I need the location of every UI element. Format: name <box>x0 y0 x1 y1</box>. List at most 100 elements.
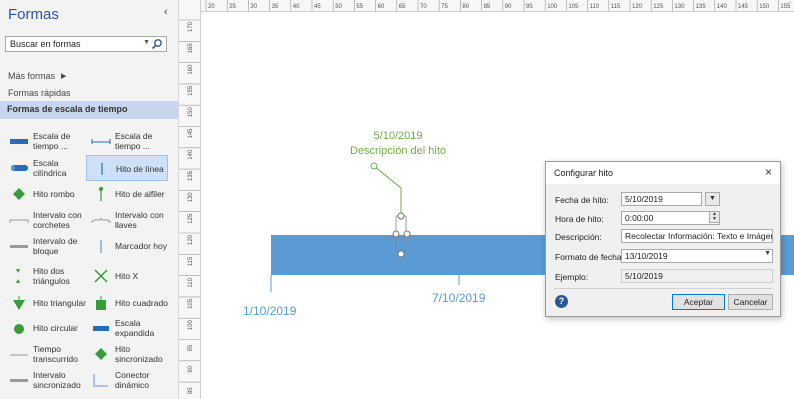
selection-handle-icon[interactable] <box>392 230 400 238</box>
more-shapes-link[interactable]: Más formas <box>8 71 55 81</box>
help-icon[interactable]: ? <box>555 295 568 308</box>
shape-item-selected[interactable]: Hito de línea <box>86 155 168 181</box>
shape-item[interactable]: Intervalo con llaves <box>86 207 168 233</box>
diamond-milestone-icon <box>13 188 25 200</box>
expanded-timeline-icon <box>93 326 109 331</box>
shape-item[interactable]: Intervalo sincronizado <box>4 367 86 393</box>
timeline-shapes-section[interactable]: Formas de escala de tiempo <box>0 101 178 119</box>
timeline-start-date[interactable]: 1/10/2019 <box>243 304 296 318</box>
shape-item[interactable]: Escala cilíndrica <box>4 155 86 181</box>
ruler-label: 170 <box>188 21 194 32</box>
shape-item[interactable]: Intervalo con corchetes <box>4 207 86 233</box>
ruler-label: 70 <box>420 4 427 10</box>
ruler-label: 35 <box>272 4 279 10</box>
shape-item[interactable]: Escala expandida <box>86 315 168 341</box>
milestone-connector[interactable] <box>373 165 402 220</box>
collapse-panel-icon[interactable]: ‹ <box>164 6 168 18</box>
calendar-dropdown-icon[interactable]: ▼ <box>705 192 720 206</box>
search-shapes-input[interactable]: Buscar en formas ▼ <box>5 36 167 52</box>
shape-item[interactable]: Intervalo de bloque <box>4 233 86 259</box>
milestone-date-label[interactable]: 5/10/2019 <box>348 130 448 142</box>
close-icon[interactable]: × <box>765 165 772 179</box>
ruler-label: 135 <box>696 4 707 10</box>
ruler-label: 165 <box>188 43 194 54</box>
shapes-panel: Formas ‹ Buscar en formas ▼ Más formas ▶… <box>0 0 179 399</box>
ruler-label: 155 <box>780 4 791 10</box>
shape-item[interactable]: Escala de tiempo ... <box>86 128 168 154</box>
ruler-label: 45 <box>314 4 321 10</box>
dialog-separator <box>554 288 772 289</box>
quick-shapes-link[interactable]: Formas rápidas <box>8 88 71 98</box>
ruler-label: 85 <box>188 387 194 394</box>
milestone-date-field-label: Fecha de hito: <box>555 195 609 205</box>
synced-milestone-icon <box>95 348 107 360</box>
ruler-label: 30 <box>250 4 257 10</box>
square-milestone-icon <box>96 296 106 310</box>
selection-handle-icon[interactable] <box>397 250 405 258</box>
shape-item[interactable]: Marcador hoy <box>86 233 168 259</box>
ruler-label: 110 <box>590 4 600 10</box>
submenu-arrow-icon: ▶ <box>61 73 67 80</box>
milestone-time-field[interactable]: 0:00:00 <box>621 211 720 225</box>
ruler-label: 105 <box>188 298 194 309</box>
cylinder-timeline-icon <box>11 165 28 171</box>
ruler-label: 25 <box>229 4 236 10</box>
vertical-ruler: 170 165 160 155 150 145 140 135 130 125 120 115 110 1… <box>179 0 201 399</box>
ruler-label: 80 <box>462 4 469 10</box>
shape-item[interactable]: Hito de alfiler <box>86 181 168 207</box>
milestone-description-label[interactable]: Descripción del hito <box>318 145 478 157</box>
today-marker-icon <box>100 240 102 253</box>
time-spinner-icon[interactable]: ▲ ▼ <box>709 211 720 223</box>
milestone-time-field-label: Hora de hito: <box>555 214 604 224</box>
dialog-titlebar[interactable]: Configurar hito × <box>546 162 780 184</box>
shape-item[interactable]: Hito triangular <box>4 290 86 316</box>
pin-milestone-icon <box>99 187 103 201</box>
ruler-label: 130 <box>674 4 685 10</box>
ruler-label: 75 <box>441 4 448 10</box>
ruler-label: 40 <box>293 4 300 10</box>
milestone-date-field[interactable]: 5/10/2019 <box>621 192 702 206</box>
shape-item[interactable]: Conector dinámico <box>86 367 168 393</box>
synced-interval-icon <box>10 379 28 382</box>
bracket-interval-icon <box>9 219 29 223</box>
example-value: 5/10/2019 <box>621 269 773 283</box>
ruler-label: 145 <box>738 4 749 10</box>
milestone-handle-icon[interactable] <box>370 162 378 170</box>
accept-button[interactable]: Aceptar <box>672 294 725 310</box>
ruler-label: 130 <box>188 192 194 203</box>
ruler-label: 135 <box>188 170 194 181</box>
block-interval-icon <box>10 245 28 248</box>
timeline-mid-date[interactable]: 7/10/2019 <box>432 291 485 305</box>
shape-item[interactable]: Hito X <box>86 263 168 289</box>
ruler-label: 95 <box>526 4 533 10</box>
selection-handle-icon[interactable] <box>403 230 411 238</box>
selection-handle-icon[interactable] <box>397 212 405 220</box>
shape-item[interactable]: Hito sincronizado <box>86 341 168 367</box>
dynamic-connector-icon <box>93 374 108 387</box>
shape-item[interactable]: Hito rombo <box>4 181 86 207</box>
configure-milestone-dialog: Configurar hito × Fecha de hito: 5/10/20… <box>545 161 781 317</box>
chevron-down-icon[interactable]: ▼ <box>764 250 771 257</box>
search-dropdown-icon[interactable]: ▼ <box>143 39 150 46</box>
ruler-label: 120 <box>188 234 194 245</box>
search-icon[interactable] <box>151 38 163 50</box>
ruler-label: 150 <box>188 107 194 118</box>
elapsed-time-icon <box>10 354 28 356</box>
ruler-label: 20 <box>208 4 215 10</box>
ruler-label: 115 <box>188 256 194 266</box>
shape-item[interactable]: Tiempo transcurrido <box>4 341 86 367</box>
ruler-label: 155 <box>188 85 194 96</box>
triangle-milestone-icon <box>13 296 25 310</box>
ruler-label: 160 <box>188 64 194 75</box>
date-format-select[interactable]: 13/10/2019 <box>621 249 773 263</box>
shape-item[interactable]: Hito circular <box>4 315 86 341</box>
description-field[interactable]: Recolectar Información: Texto e Imágenes <box>621 229 773 243</box>
ruler-label: 60 <box>378 4 385 10</box>
two-triangle-milestone-icon <box>16 269 20 283</box>
shape-item[interactable]: Hito cuadrado <box>86 290 168 316</box>
shape-item[interactable]: Hito dos triángulos <box>4 263 86 289</box>
ruler-label: 100 <box>188 320 194 331</box>
cancel-button[interactable]: Cancelar <box>728 294 773 310</box>
horizontal-ruler: 20 25 30 35 40 45 50 55 60 65 70 75 80 85 90 95 100 105 11… <box>201 0 794 12</box>
shape-item[interactable]: Escala de tiempo ... <box>4 128 86 154</box>
